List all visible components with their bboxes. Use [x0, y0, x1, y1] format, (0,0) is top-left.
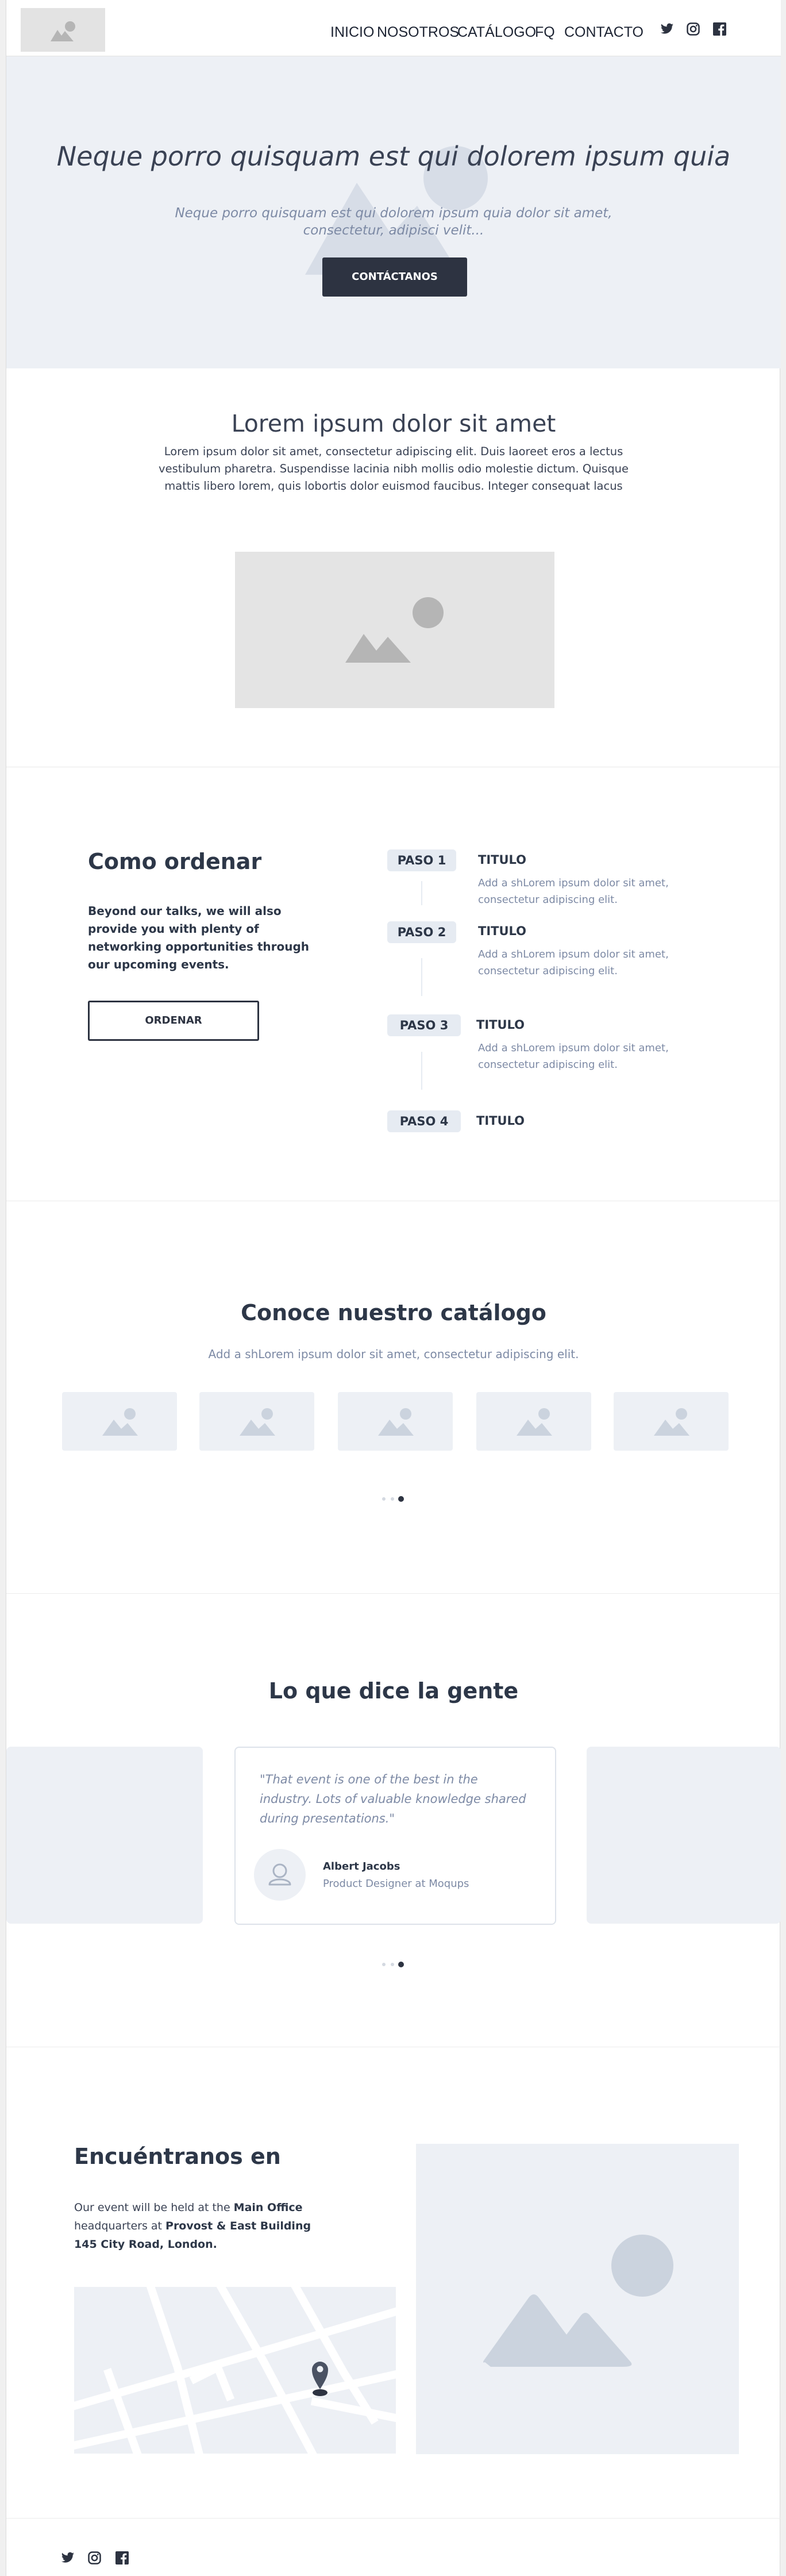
catalog-heading: Conoce nuestro catálogo [241, 1300, 546, 1325]
instagram-icon[interactable] [88, 2551, 101, 2565]
carousel-dot[interactable] [382, 1963, 386, 1966]
site-header: INICIO NOSOTROS CATÁLOGO FQ CONTACTO [6, 0, 781, 56]
step-description: Add a shLorem ipsum dolor sit amet, cons… [478, 877, 669, 906]
page-frame: INICIO NOSOTROS CATÁLOGO FQ CONTACTO Neq… [6, 0, 781, 2576]
step-title: TITULO [478, 924, 526, 938]
hero-title: Neque porro quisquam est qui dolorem ips… [56, 141, 731, 172]
catalog-subtitle: Add a shLorem ipsum dolor sit amet, cons… [208, 1347, 579, 1361]
step-connector [421, 958, 422, 996]
carousel-dot-active[interactable] [398, 1962, 404, 1967]
step-title: TITULO [478, 853, 526, 867]
testimonials-heading: Lo que dice la gente [268, 1678, 519, 1704]
location-section: Encuéntranos en Our event will be held a… [6, 2047, 781, 2519]
contact-button[interactable]: CONTÁCTANOS [322, 257, 467, 297]
hero-subtitle: Neque porro quisquam est qui dolorem ips… [175, 206, 612, 238]
nav-link-nosotros[interactable]: NOSOTROS [377, 24, 459, 41]
author-role: Product Designer at Moqups [323, 1878, 469, 1890]
step-connector [421, 1052, 422, 1090]
location-heading: Encuéntranos en [74, 2144, 281, 2169]
catalog-section: Conoce nuestro catálogo Add a shLorem ip… [6, 1201, 781, 1594]
step-label: PASO 3 [387, 1014, 461, 1036]
image-icon [240, 1408, 275, 1436]
step-connector [421, 881, 422, 905]
image-icon [102, 1408, 138, 1436]
carousel-dot-active[interactable] [398, 1496, 404, 1502]
author-name: Albert Jacobs [323, 1860, 400, 1873]
catalog-item[interactable] [338, 1392, 453, 1451]
nav-link-contacto[interactable]: CONTACTO [564, 24, 644, 41]
nav-link-catalogo[interactable]: CATÁLOGO [457, 24, 536, 41]
step-label: PASO 1 [387, 849, 456, 871]
intro-text: Lorem ipsum dolor sit amet, consectetur … [159, 445, 629, 493]
catalog-item[interactable] [476, 1392, 591, 1451]
catalog-item[interactable] [62, 1392, 177, 1451]
map-pin-icon[interactable] [311, 2357, 329, 2397]
twitter-icon[interactable] [660, 23, 674, 36]
carousel-dot[interactable] [391, 1963, 394, 1966]
user-icon [268, 1863, 291, 1886]
testimonial-card-next[interactable] [587, 1747, 781, 1924]
image-icon [483, 2235, 673, 2367]
image-icon [378, 1408, 414, 1436]
map[interactable] [74, 2287, 396, 2454]
avatar [254, 1849, 306, 1901]
twitter-icon[interactable] [61, 2552, 75, 2565]
carousel-dot[interactable] [382, 1497, 386, 1501]
order-button[interactable]: ORDENAR [88, 1001, 259, 1041]
hero-section: Neque porro quisquam est qui dolorem ips… [6, 56, 781, 368]
catalog-item[interactable] [614, 1392, 729, 1451]
steps-heading: Como ordenar [88, 849, 262, 874]
facebook-icon[interactable] [115, 2551, 129, 2565]
step-description: Add a shLorem ipsum dolor sit amet, cons… [478, 948, 669, 977]
carousel-dot[interactable] [391, 1497, 394, 1501]
step-description: Add a shLorem ipsum dolor sit amet, cons… [478, 1042, 669, 1071]
how-to-order-section: Como ordenar Beyond our talks, we will a… [6, 767, 781, 1201]
site-footer [6, 2519, 781, 2576]
map-streets [74, 2287, 396, 2454]
logo-image-placeholder[interactable] [21, 8, 105, 52]
steps-description: Beyond our talks, we will also provide y… [88, 904, 310, 971]
location-image-placeholder [416, 2144, 739, 2454]
nav-link-fq[interactable]: FQ [535, 24, 555, 41]
step-title: TITULO [476, 1114, 525, 1128]
intro-image-placeholder [235, 552, 554, 708]
intro-heading: Lorem ipsum dolor sit amet [231, 410, 556, 437]
step-title: TITULO [476, 1018, 525, 1032]
nav-link-inicio[interactable]: INICIO [330, 24, 374, 41]
facebook-icon[interactable] [713, 22, 726, 36]
image-icon [345, 597, 444, 663]
testimonials-section: Lo que dice la gente "That event is one … [6, 1594, 781, 2047]
image-icon [654, 1408, 689, 1436]
location-text: Our event will be held at the Main Offic… [74, 2201, 311, 2251]
testimonial-quote: "That event is one of the best in the in… [260, 1773, 526, 1825]
instagram-icon[interactable] [687, 22, 700, 36]
intro-section: Lorem ipsum dolor sit amet Lorem ipsum d… [6, 368, 781, 767]
step-label: PASO 4 [387, 1110, 461, 1132]
step-label: PASO 2 [387, 921, 456, 943]
image-icon [517, 1408, 552, 1436]
catalog-item[interactable] [199, 1392, 314, 1451]
image-icon [51, 21, 75, 41]
testimonial-card-previous[interactable] [6, 1747, 203, 1924]
testimonial-card: "That event is one of the best in the in… [234, 1747, 556, 1925]
